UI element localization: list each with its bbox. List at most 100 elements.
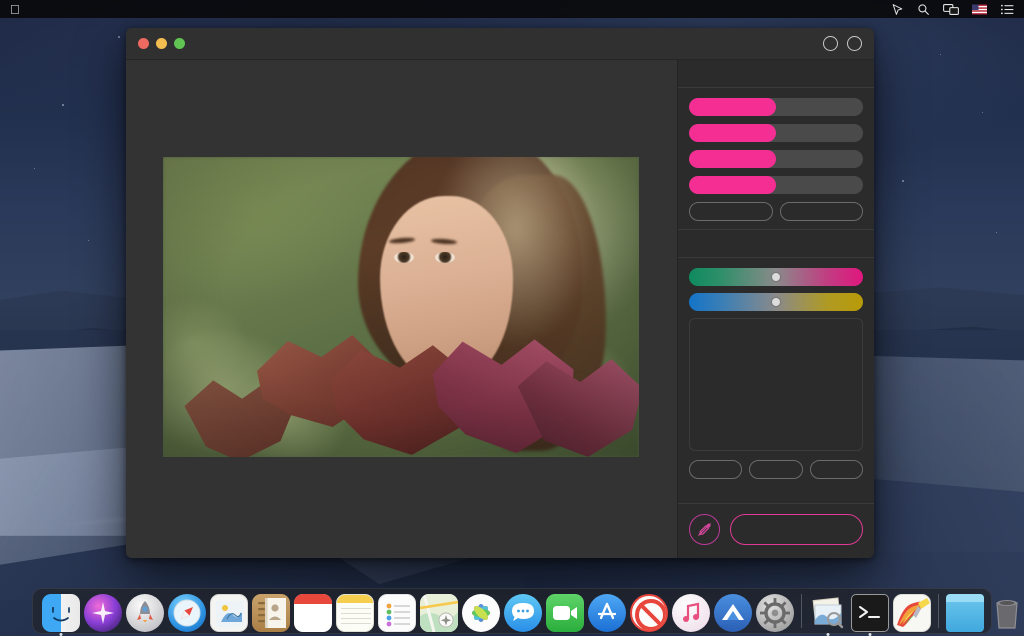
calendar-day (294, 603, 332, 632)
rotate-button-row (689, 202, 863, 221)
cursor-pointer-icon[interactable] (891, 2, 904, 16)
music-icon (672, 594, 710, 632)
close-button[interactable] (138, 38, 149, 49)
mail-icon (210, 594, 248, 632)
slider-shadows[interactable] (689, 176, 863, 194)
control-center-icon[interactable] (1000, 2, 1014, 16)
blocked-icon (630, 594, 668, 632)
window-titlebar[interactable] (126, 28, 874, 60)
indications-section (678, 258, 874, 487)
dock-item-maps[interactable] (418, 590, 460, 632)
slider-fill (689, 98, 776, 116)
rotate-right-button[interactable] (780, 202, 864, 221)
star (62, 104, 64, 106)
dock-item-photos[interactable] (460, 590, 502, 632)
launchpad-icon (126, 594, 164, 632)
dock (32, 588, 992, 634)
help-icon[interactable] (823, 36, 838, 51)
downloads-folder-icon (946, 594, 984, 632)
dock-item-safari[interactable] (166, 590, 208, 632)
dock-item-calendar[interactable] (292, 590, 334, 632)
rotate-left-button[interactable] (689, 202, 773, 221)
hide-button[interactable] (689, 460, 742, 479)
contacts-icon (252, 594, 290, 632)
facetime-icon (546, 594, 584, 632)
paintbrush-icon (893, 594, 931, 632)
us-flag-icon[interactable] (972, 2, 987, 16)
indications-button-row (689, 460, 863, 479)
preview-icon (809, 594, 847, 632)
dock-item-music[interactable] (670, 590, 712, 632)
adjustments-section (678, 88, 874, 229)
screen-mirroring-icon[interactable] (943, 2, 959, 16)
dock-separator (938, 594, 939, 628)
dock-item-facetime[interactable] (544, 590, 586, 632)
calendar-icon (294, 594, 332, 632)
indications-header (678, 230, 874, 258)
photos-icon (462, 594, 500, 632)
app-store-icon (588, 594, 626, 632)
notes-icon (336, 594, 374, 632)
dock-item-finder[interactable] (40, 590, 82, 632)
dock-item-messages[interactable] (502, 590, 544, 632)
reminders-icon (378, 594, 416, 632)
adjustments-header (678, 60, 874, 88)
titlebar-right-controls (823, 36, 862, 51)
safari-icon (168, 594, 206, 632)
dock-item-terminal[interactable] (849, 590, 891, 632)
minimize-button[interactable] (156, 38, 167, 49)
delete-button[interactable] (749, 460, 802, 479)
more-options-icon[interactable] (847, 36, 862, 51)
dock-separator (801, 594, 802, 628)
dock-item-preview[interactable] (807, 590, 849, 632)
photos-revive-window (126, 28, 874, 558)
star (118, 36, 120, 38)
dock-item-paintbrush[interactable] (891, 590, 933, 632)
lab-channel-a-slider[interactable] (689, 268, 863, 286)
slider-contrast[interactable] (689, 98, 863, 116)
traffic-light-group (138, 38, 185, 49)
star (902, 180, 904, 182)
dock-item-system-preferences[interactable] (754, 590, 796, 632)
lab-channel-a-knob[interactable] (772, 273, 780, 281)
slider-brightness[interactable] (689, 124, 863, 142)
finder-icon (42, 594, 80, 632)
menu-bar-status-area (891, 2, 1014, 16)
eyedropper-icon[interactable] (689, 514, 720, 545)
lab-channel-b-knob[interactable] (772, 298, 780, 306)
zoom-button[interactable] (174, 38, 185, 49)
dock-item-siri[interactable] (82, 590, 124, 632)
dock-item-app-store[interactable] (586, 590, 628, 632)
dock-item-mail[interactable] (208, 590, 250, 632)
lab-color-swatch-grid[interactable] (689, 318, 863, 451)
pick-button[interactable] (810, 460, 863, 479)
dock-item-notes[interactable] (334, 590, 376, 632)
window-body (126, 60, 874, 558)
terminal-icon (851, 594, 889, 632)
save-image-button[interactable] (730, 514, 863, 545)
lab-channel-b-slider[interactable] (689, 293, 863, 311)
photo-vignette (163, 157, 639, 457)
dock-item-launchpad[interactable] (124, 590, 166, 632)
search-icon[interactable] (917, 2, 930, 16)
photo-preview[interactable] (163, 157, 639, 457)
slider-fill (689, 124, 776, 142)
slider-fill (689, 176, 776, 194)
menu-bar:  (0, 0, 1024, 18)
dock-item-contacts[interactable] (250, 590, 292, 632)
system-preferences-icon (756, 594, 794, 632)
siri-icon (84, 594, 122, 632)
adjustments-side-panel (677, 60, 874, 558)
dock-item-blocked[interactable] (628, 590, 670, 632)
trash-icon (988, 594, 1024, 632)
slider-highlights[interactable] (689, 150, 863, 168)
podcasts-icon (714, 594, 752, 632)
dock-item-downloads-folder[interactable] (944, 590, 986, 632)
maps-icon (420, 594, 458, 632)
dock-item-podcasts[interactable] (712, 590, 754, 632)
slider-fill (689, 150, 776, 168)
apple-logo-icon[interactable]:  (10, 3, 20, 16)
dock-item-trash[interactable] (986, 590, 1024, 632)
dock-item-reminders[interactable] (376, 590, 418, 632)
image-canvas[interactable] (126, 60, 677, 558)
